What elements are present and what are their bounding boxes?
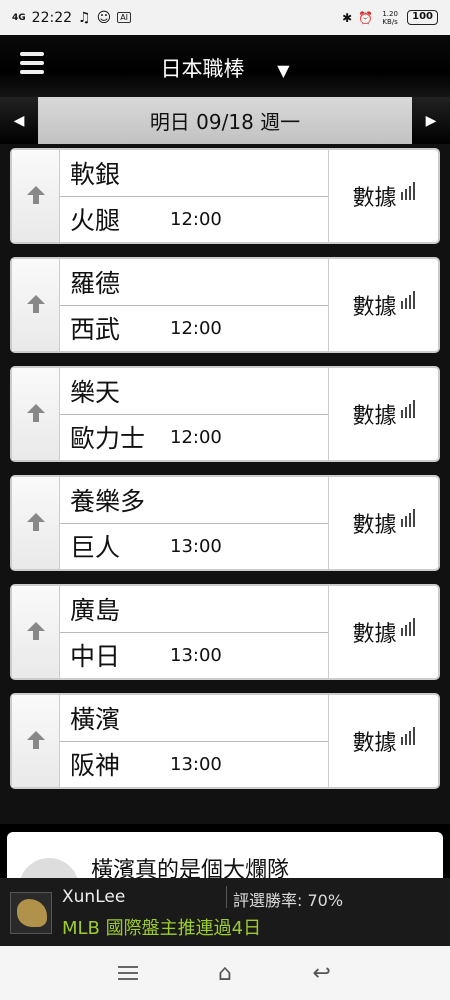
status-bar: 4G 22:22 ♫ ☺ AI ✱ ⏰ 1.20 KB/s 100 [0,0,450,35]
signal-bars-icon [400,509,415,527]
date-label: 明日 09/18 週一 [149,110,301,134]
up-arrow-icon [25,621,47,643]
recent-apps-button[interactable] [110,958,146,988]
bluetooth-icon: ✱ [342,10,353,25]
away-team: 西武 12:00 [60,304,328,352]
back-icon: ↩ [312,960,331,986]
game-row[interactable]: 養樂多 巨人 13:00 數據 [10,475,440,571]
promo-author: XunLee [62,887,126,907]
home-team: 羅德 [70,268,121,298]
away-team: 阪神 13:00 [60,740,328,788]
game-row[interactable]: 軟銀 火腿 12:00 數據 [10,148,440,244]
home-team: 廣島 [70,595,121,625]
divider [226,886,227,908]
league-title: 日本職棒 [160,57,245,81]
stats-button[interactable]: 數據 [328,695,438,787]
expand-button[interactable] [12,259,60,351]
up-arrow-icon [25,185,47,207]
music-icon: ♫ [78,9,91,26]
date-navigator: ◀ 明日 09/18 週一 ▶ [0,97,450,144]
league-selector[interactable]: 日本職棒 ▼ [0,53,450,83]
stats-label: 數據 [352,186,397,211]
matchup: 軟銀 火腿 12:00 [60,150,328,242]
matchup: 樂天 歐力士 12:00 [60,368,328,460]
stats-label: 數據 [352,295,397,320]
stats-label: 數據 [352,731,397,756]
away-team: 巨人 13:00 [60,522,328,570]
app-header: 日本職棒 ▼ [0,35,450,97]
expand-button[interactable] [12,695,60,787]
promo-banner[interactable]: XunLee 評選勝率: 70% MLB 國際盤主推連過4日 [0,878,450,946]
game-icon: ☺ [96,9,112,26]
matchup: 廣島 中日 13:00 [60,586,328,678]
expand-button[interactable] [12,586,60,678]
logo-icon [17,899,47,927]
stats-label: 數據 [352,404,397,429]
stats-button[interactable]: 數據 [328,150,438,242]
promo-thumbnail [10,892,52,934]
expand-button[interactable] [12,150,60,242]
home-team: 軟銀 [70,159,121,189]
stats-button[interactable]: 數據 [328,259,438,351]
stats-button[interactable]: 數據 [328,368,438,460]
back-button[interactable]: ↩ [304,958,340,988]
ai-badge: AI [117,12,132,23]
away-team: 歐力士 12:00 [60,413,328,461]
stats-button[interactable]: 數據 [328,477,438,569]
home-team: 養樂多 [70,486,146,516]
net-speed: 1.20 KB/s [382,9,398,26]
matchup: 羅德 西武 12:00 [60,259,328,351]
expand-button[interactable] [12,368,60,460]
game-list: 軟銀 火腿 12:00 數據 羅德 西武 12:00 數據 樂天 歐力士 12:00 … [0,144,450,824]
stats-label: 數據 [352,622,397,647]
signal-bars-icon [400,618,415,636]
prev-day-button[interactable]: ◀ [0,97,38,144]
system-nav-bar: ⌂ ↩ [0,946,450,1000]
home-icon: ⌂ [218,960,232,986]
network-indicator: 4G [12,12,26,23]
game-row[interactable]: 橫濱 阪神 13:00 數據 [10,693,440,789]
promo-text: MLB 國際盤主推連過4日 [62,918,262,939]
menu-icon [118,966,139,980]
game-row[interactable]: 樂天 歐力士 12:00 數據 [10,366,440,462]
game-time: 13:00 [170,644,222,666]
stats-label: 數據 [352,513,397,538]
stats-button[interactable]: 數據 [328,586,438,678]
win-rate: 評選勝率: 70% [233,891,344,910]
matchup: 橫濱 阪神 13:00 [60,695,328,787]
away-team: 火腿 12:00 [60,195,328,243]
game-row[interactable]: 廣島 中日 13:00 數據 [10,584,440,680]
battery-indicator: 100 [407,10,438,25]
up-arrow-icon [25,403,47,425]
matchup: 養樂多 巨人 13:00 [60,477,328,569]
game-time: 13:00 [170,753,222,775]
up-arrow-icon [25,730,47,752]
up-arrow-icon [25,294,47,316]
game-time: 13:00 [170,535,222,557]
up-arrow-icon [25,512,47,534]
away-team: 中日 13:00 [60,631,328,679]
next-day-button[interactable]: ▶ [412,97,450,144]
alarm-icon: ⏰ [358,10,374,25]
signal-bars-icon [400,291,415,309]
expand-button[interactable] [12,477,60,569]
clock: 22:22 [31,9,73,26]
game-time: 12:00 [170,317,222,339]
game-time: 12:00 [170,208,222,230]
signal-bars-icon [400,182,415,200]
home-button[interactable]: ⌂ [207,958,243,988]
game-time: 12:00 [170,426,222,448]
home-team: 橫濱 [70,704,121,734]
signal-bars-icon [400,400,415,418]
game-row[interactable]: 羅德 西武 12:00 數據 [10,257,440,353]
dropdown-arrow-icon: ▼ [277,61,290,80]
home-team: 樂天 [70,377,121,407]
signal-bars-icon [400,727,415,745]
